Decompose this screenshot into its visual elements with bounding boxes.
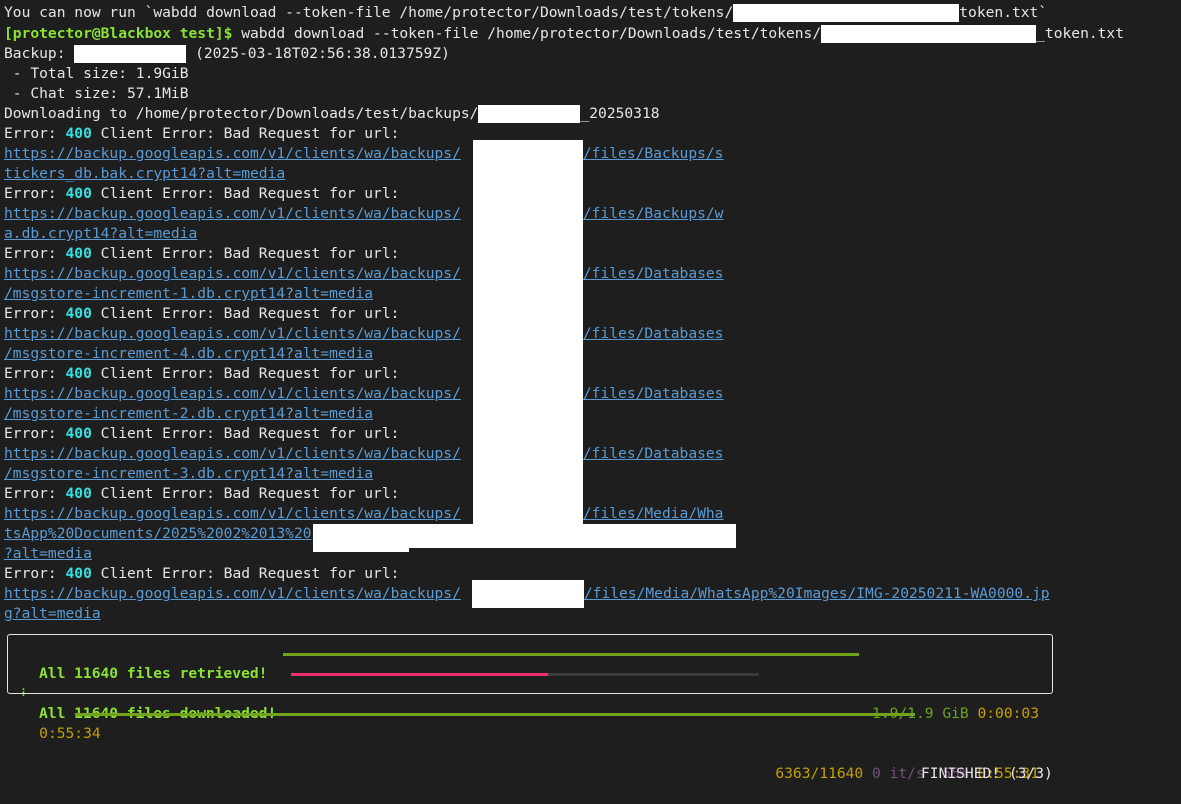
overall-progress-bar [75,713,915,716]
progress-bar-downloaded [291,673,549,676]
status-code: 400 [65,185,92,202]
progress-bar-retrieved [283,653,859,656]
text: Backup: [4,45,75,62]
status-code: 400 [65,305,92,322]
error-line: Error: 400 Client Error: Bad Request for… [4,425,399,442]
text: /files/Databases [582,385,724,402]
redaction [313,540,409,552]
url-link-continued[interactable]: tsApp%20Documents/2025%2002%2013%20 [4,525,312,542]
url-link[interactable]: https://backup.googleapis.com/v1/clients… [4,445,723,462]
redaction [74,45,187,63]
command-line: [protector@Blackbox test]$ wabdd downloa… [4,24,1124,44]
downloading-line: Downloading to /home/protector/Downloads… [4,104,660,124]
progress-panel: All 11640 files retrieved! 1.9/1.9 GiB 0… [7,634,1053,782]
text: token.txt` [959,4,1048,21]
text: https://backup.googleapis.com/v1/clients… [4,265,461,282]
text: https://backup.googleapis.com/v1/clients… [4,445,461,462]
url-link[interactable]: https://backup.googleapis.com/v1/clients… [4,325,723,342]
redaction [472,580,584,608]
url-link[interactable]: https://backup.googleapis.com/v1/clients… [4,505,723,522]
error-line: Error: 400 Client Error: Bad Request for… [4,485,399,502]
text: Downloading to /home/protector/Downloads… [4,105,479,122]
error-line: Error: 400 Client Error: Bad Request for… [4,365,399,382]
text: Error: [4,125,66,142]
text: /files/Media/Wha [582,505,724,522]
text: Error: [4,305,66,322]
text: /files/Backups/w [582,205,724,222]
text: https://backup.googleapis.com/v1/clients… [4,385,461,402]
status-code: 400 [65,565,92,582]
spinner-icon: ⠇ [21,687,30,700]
progress-retrieved: All 11640 files retrieved! 1.9/1.9 GiB 0… [8,644,1052,722]
text: wabdd download --token-file /home/protec… [232,25,822,42]
url-link[interactable]: https://backup.googleapis.com/v1/clients… [4,145,723,162]
shell-prompt: [protector@Blackbox test]$ [4,25,233,42]
overall-progress: 0:55:34 FINISHED! (3/3) [4,704,1064,782]
text: https://backup.googleapis.com/v1/clients… [4,585,461,602]
text: Client Error: Bad Request for url: [91,305,400,322]
url-link-continued[interactable]: /msgstore-increment-1.db.crypt14?alt=med… [4,285,373,302]
url-link-continued[interactable]: /msgstore-increment-4.db.crypt14?alt=med… [4,345,373,362]
count: 6363/11640 [775,765,864,782]
status-code: 400 [65,125,92,142]
status-code: 400 [65,425,92,442]
text: Client Error: Bad Request for url: [91,565,400,582]
rate: 0 it/s [872,765,925,782]
text: /files/Media/WhatsApp%20Images/IMG-20250… [583,585,1050,602]
url-link-continued[interactable]: /msgstore-increment-2.db.crypt14?alt=med… [4,405,373,422]
url-link[interactable]: https://backup.googleapis.com/v1/clients… [4,265,723,282]
status-code: 400 [65,485,92,502]
url-link-continued[interactable]: /msgstore-increment-3.db.crypt14?alt=med… [4,465,373,482]
error-line: Error: 400 Client Error: Bad Request for… [4,245,399,262]
redaction [821,25,1037,43]
output-line: You can now run `wabdd download --token-… [4,3,1047,23]
url-link[interactable]: https://backup.googleapis.com/v1/clients… [4,385,723,402]
url-link-continued[interactable]: ?alt=media [4,545,92,562]
total-size: - Total size: 1.9GiB [4,65,189,82]
text: _token.txt [1036,25,1125,42]
url-link[interactable]: https://backup.googleapis.com/v1/clients… [4,205,723,222]
text: /files/Databases [582,445,724,462]
text: https://backup.googleapis.com/v1/clients… [4,505,461,522]
text: Client Error: Bad Request for url: [91,365,400,382]
text: Client Error: Bad Request for url: [91,425,400,442]
text: Error: [4,185,66,202]
text: Client Error: Bad Request for url: [91,485,400,502]
redaction [733,4,960,22]
status-code: 400 [65,245,92,262]
text: Client Error: Bad Request for url: [91,185,400,202]
url-link-continued[interactable]: g?alt=media [4,605,101,622]
text: Client Error: Bad Request for url: [91,245,400,262]
progress-downloaded: ⠇ All 11640 files downloaded! 6363/11640… [8,664,1052,782]
backup-line: Backup: (2025-03-18T02:56:38.013759Z) [4,44,450,64]
text: Error: [4,425,66,442]
error-line: Error: 400 Client Error: Bad Request for… [4,305,399,322]
text: /files/Databases [582,265,724,282]
text: https://backup.googleapis.com/v1/clients… [4,205,461,222]
elapsed: 0:55:34 [39,725,101,742]
text: https://backup.googleapis.com/v1/clients… [4,145,461,162]
text: Error: [4,565,66,582]
text: Client Error: Bad Request for url: [91,125,400,142]
text: Error: [4,485,66,502]
text: Error: [4,365,66,382]
backup-timestamp: (2025-03-18T02:56:38.013759Z) [186,45,450,62]
text: _20250318 [580,105,660,122]
status-text: FINISHED! (3/3) [921,765,1053,782]
text: You can now run `wabdd download --token-… [4,4,734,21]
text: https://backup.googleapis.com/v1/clients… [4,325,461,342]
chat-size: - Chat size: 57.1MiB [4,85,189,102]
error-line: Error: 400 Client Error: Bad Request for… [4,125,399,142]
text: /files/Backups/s [582,145,724,162]
text: Error: [4,245,66,262]
error-line: Error: 400 Client Error: Bad Request for… [4,185,399,202]
redaction [478,105,581,123]
url-link-continued[interactable]: tickers_db.bak.crypt14?alt=media [4,165,285,182]
redaction [473,140,583,548]
status-code: 400 [65,365,92,382]
text: /files/Databases [582,325,724,342]
url-link-continued[interactable]: a.db.crypt14?alt=media [4,225,197,242]
error-line: Error: 400 Client Error: Bad Request for… [4,565,399,582]
